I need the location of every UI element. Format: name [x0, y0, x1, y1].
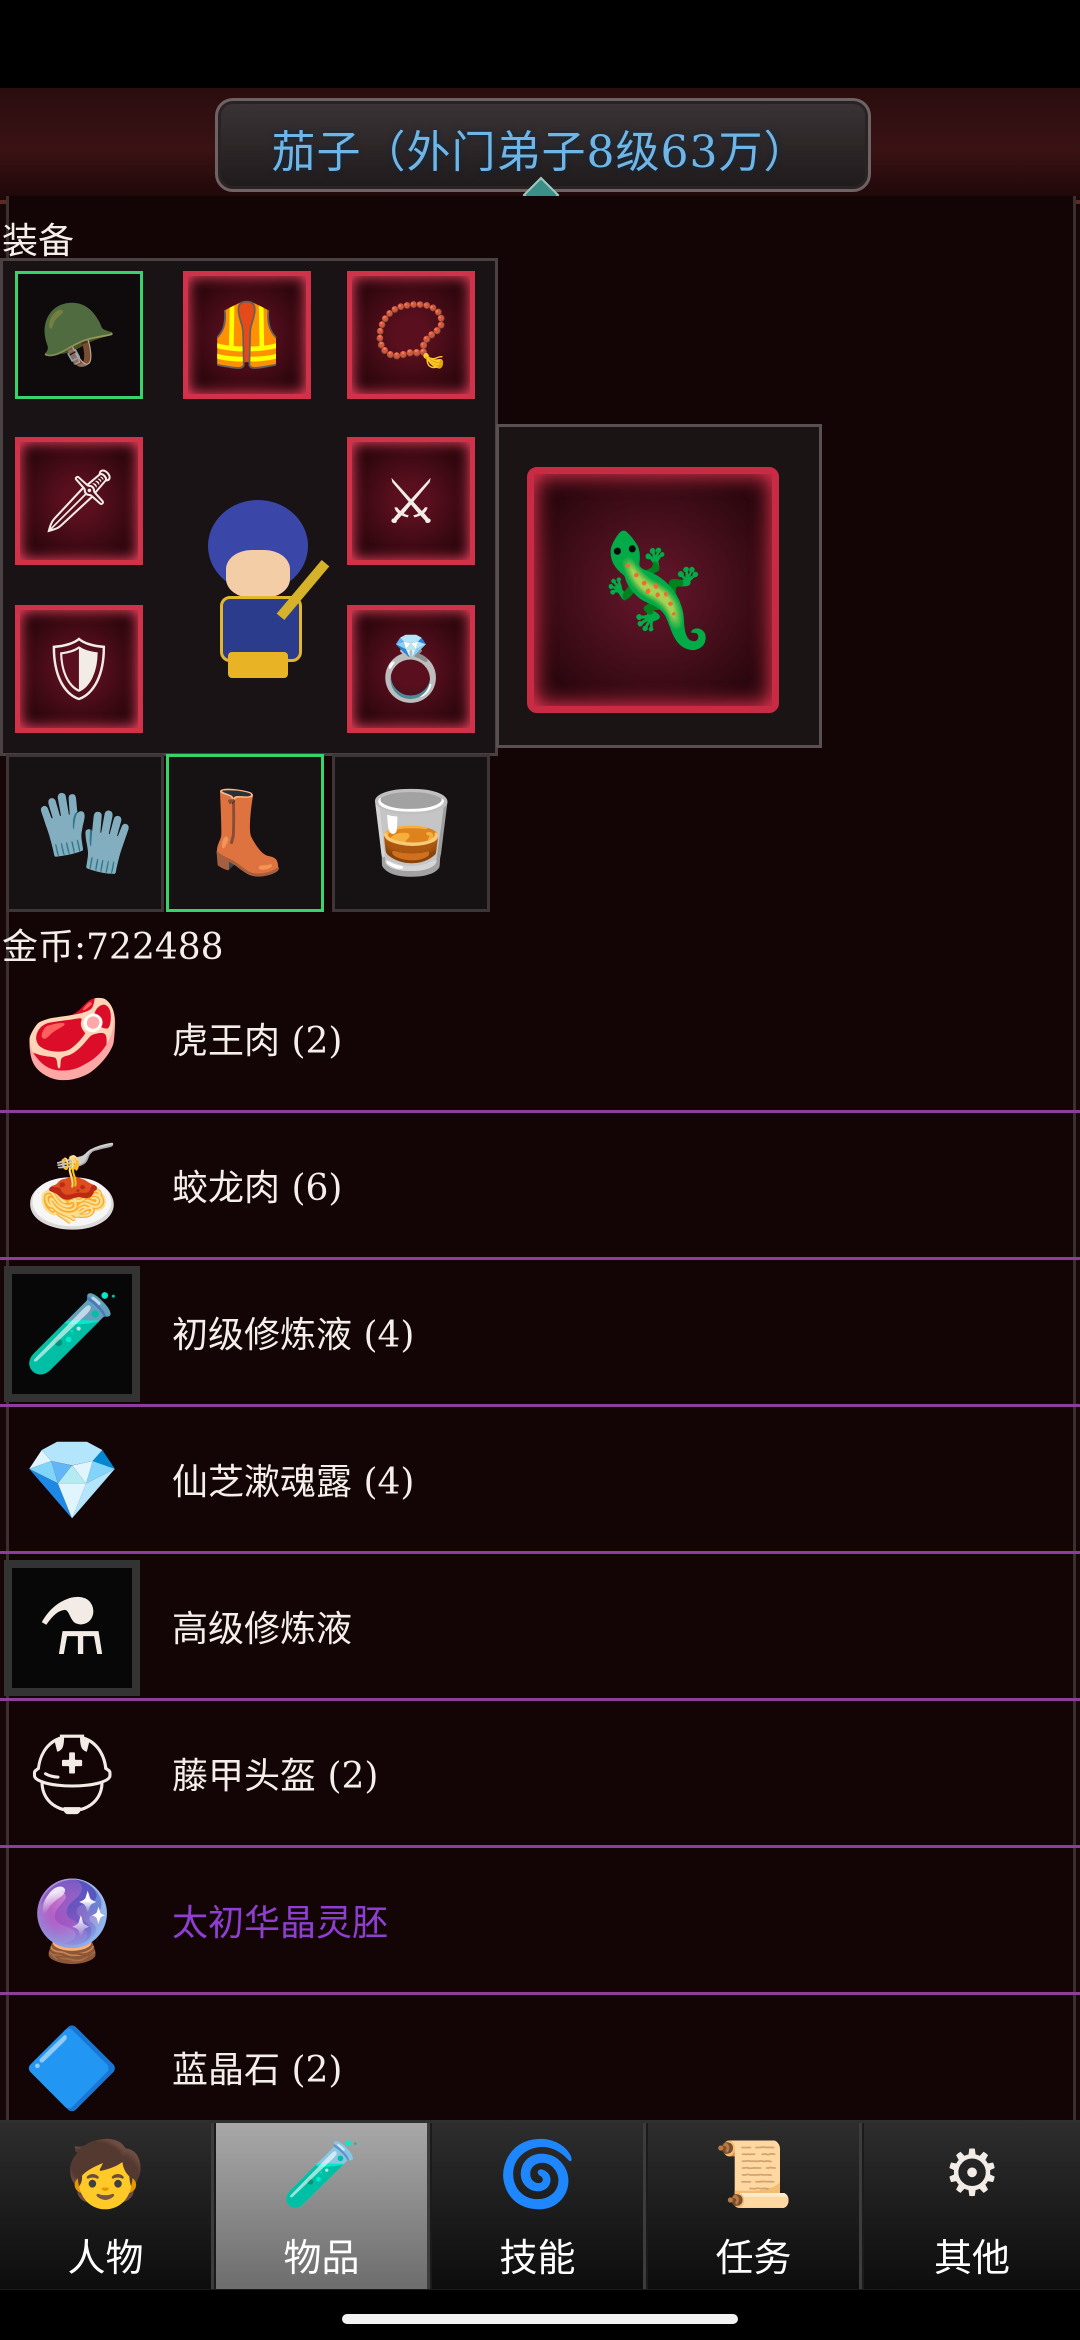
orb-icon: 🔮	[23, 1876, 121, 1967]
flask-icon: ⚗	[4, 1560, 140, 1696]
tab-label: 任务	[715, 2236, 792, 2280]
item-list: 🥩 虎王肉 (2) 🍝 蛟龙肉 (6) 🧪 初级修炼液 (4) 💎 仙芝漱魂露 …	[0, 966, 1080, 2142]
list-item[interactable]: ⛑ 藤甲头盔 (2)	[0, 1701, 1080, 1848]
gauntlet-icon: 🧤	[35, 786, 135, 879]
list-item[interactable]: 🥩 虎王肉 (2)	[0, 966, 1080, 1113]
shield-slot[interactable]: 🛡	[15, 605, 143, 733]
tab-skills[interactable]: 🌀 技能	[432, 2123, 646, 2289]
tab-items[interactable]: 🧪 物品	[216, 2123, 430, 2289]
necklace-icon: 📿	[372, 298, 450, 371]
tab-label: 人物	[67, 2236, 144, 2280]
item-name: 蓝晶石 (2)	[172, 2050, 343, 2091]
list-item[interactable]: 🔮 太初华晶灵胚	[0, 1848, 1080, 1995]
gold-count: 金币:722488	[2, 927, 224, 968]
scroll-icon: 📜	[713, 2138, 794, 2212]
list-item[interactable]: ⚗ 高级修炼液	[0, 1554, 1080, 1701]
dish-icon: 🍝	[23, 1141, 121, 1232]
sword-slot[interactable]: ⚔	[347, 437, 475, 565]
staff-slot[interactable]: 🗡	[15, 437, 143, 565]
list-item[interactable]: 💎 仙芝漱魂露 (4)	[0, 1407, 1080, 1554]
boots-slot[interactable]: 👢	[166, 754, 324, 912]
character-icon: 🧒	[65, 2138, 146, 2212]
staff-icon: 🗡	[39, 464, 119, 537]
tab-character[interactable]: 🧒 人物	[0, 2123, 214, 2289]
mount-slot[interactable]: 🦎	[496, 424, 822, 748]
tab-label: 物品	[283, 2236, 360, 2280]
necklace-slot[interactable]: 📿	[347, 271, 475, 399]
bottom-tab-bar: 🧒 人物 🧪 物品 🌀 技能 📜 任务 ⚙ 其他	[0, 2120, 1080, 2293]
blue-gem-icon: 🔷	[23, 2023, 121, 2114]
home-indicator[interactable]	[342, 2314, 738, 2324]
tab-label: 其他	[933, 2236, 1010, 2280]
armor-slot[interactable]: 🦺	[183, 271, 311, 399]
potion-icon: 🧪	[281, 2138, 362, 2212]
boots-icon: 👢	[195, 786, 295, 879]
helmet-icon: 🪖	[40, 298, 118, 371]
equipment-label: 装备	[2, 221, 75, 262]
status-bar	[0, 0, 1080, 88]
tab-quests[interactable]: 📜 任务	[648, 2123, 862, 2289]
swirl-icon: 🌀	[497, 2138, 578, 2212]
armor-icon: 🦺	[208, 298, 286, 371]
crystal-bottle-icon: 💎	[23, 1435, 121, 1526]
item-name: 高级修炼液	[172, 1609, 353, 1650]
mount-icon: 🦎	[584, 525, 722, 654]
sword-icon: ⚔	[383, 464, 439, 538]
character-avatar	[188, 500, 330, 680]
shield-icon: 🛡	[39, 632, 119, 705]
ring-slot-top[interactable]: 💍	[347, 605, 475, 733]
bracer-icon: 🥃	[361, 786, 461, 879]
page-title: 茄子（外门弟子8级63万）	[271, 127, 809, 178]
item-name: 仙芝漱魂露 (4)	[172, 1462, 415, 1503]
helmet-item-icon: ⛑	[22, 1729, 122, 1820]
list-item[interactable]: 🍝 蛟龙肉 (6)	[0, 1113, 1080, 1260]
header-bar: 茄子（外门弟子8级63万）	[0, 88, 1080, 214]
gear-icon: ⚙	[943, 2137, 1001, 2211]
item-name: 藤甲头盔 (2)	[172, 1756, 379, 1797]
meat-icon: 🥩	[23, 994, 121, 1085]
tab-other[interactable]: ⚙ 其他	[864, 2123, 1080, 2289]
gauntlet-slot[interactable]: 🧤	[6, 754, 164, 912]
item-name: 虎王肉 (2)	[172, 1021, 343, 1062]
helmet-slot[interactable]: 🪖	[15, 271, 143, 399]
item-name: 蛟龙肉 (6)	[172, 1168, 343, 1209]
list-item[interactable]: 🧪 初级修炼液 (4)	[0, 1260, 1080, 1407]
item-name: 太初华晶灵胚	[172, 1903, 389, 1944]
bracer-slot[interactable]: 🥃	[332, 754, 490, 912]
mount-frame: 🦎	[527, 467, 779, 713]
tab-label: 技能	[499, 2236, 576, 2280]
ring-icon: 💍	[372, 632, 450, 705]
item-name: 初级修炼液 (4)	[172, 1315, 415, 1356]
potion-vial-icon: 🧪	[4, 1266, 140, 1402]
